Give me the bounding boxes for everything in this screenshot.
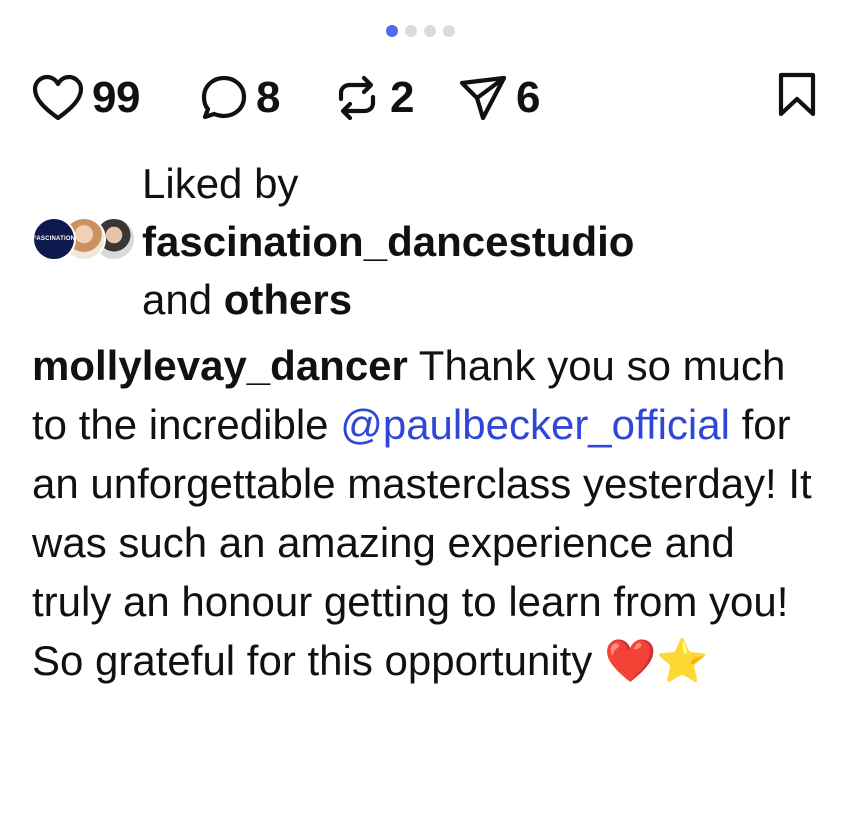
liked-by-avatars[interactable]: FASCINATION	[32, 217, 138, 261]
caption-mention-link[interactable]: @paulbecker_official	[340, 401, 730, 448]
liked-by-account-link[interactable]: fascination_dancestudio	[142, 218, 634, 265]
heart-icon	[32, 74, 84, 121]
heart-emoji: ❤️	[603, 637, 657, 684]
comment-count: 8	[256, 73, 280, 122]
post-caption: mollylevay_dancer Thank you so much to t…	[32, 336, 822, 690]
repost-icon	[338, 75, 376, 121]
bookmark-icon	[778, 72, 816, 117]
liked-by-others-link[interactable]: others	[224, 276, 352, 323]
repost-button[interactable]: 2	[332, 68, 414, 128]
share-count: 6	[516, 73, 540, 122]
liked-by-conjunction: and	[142, 276, 213, 323]
bookmark-button[interactable]	[776, 72, 818, 123]
carousel-dot-active[interactable]	[386, 25, 398, 37]
avatar-logo-text: FASCINATION	[32, 236, 76, 242]
carousel-dot[interactable]	[424, 25, 436, 37]
comment-button[interactable]: 8	[200, 68, 280, 128]
star-emoji: ⭐	[656, 637, 709, 684]
comment-icon	[201, 75, 247, 120]
caption-username-link[interactable]: mollylevay_dancer	[32, 342, 408, 389]
action-bar: 99 8 2 6	[32, 68, 818, 128]
carousel-dot[interactable]	[443, 25, 455, 37]
avatar[interactable]: FASCINATION	[32, 217, 76, 261]
like-button[interactable]: 99	[32, 68, 140, 128]
carousel-indicator	[386, 25, 455, 37]
repost-count: 2	[390, 73, 414, 122]
send-icon	[459, 75, 507, 121]
share-button[interactable]: 6	[458, 68, 540, 128]
liked-by-section: FASCINATION Liked by fascination_dancest…	[32, 155, 832, 325]
liked-by-prefix: Liked by	[142, 160, 299, 207]
like-count: 99	[92, 73, 140, 122]
liked-by-text: Liked by fascination_dancestudio and oth…	[142, 155, 634, 329]
carousel-dot[interactable]	[405, 25, 417, 37]
